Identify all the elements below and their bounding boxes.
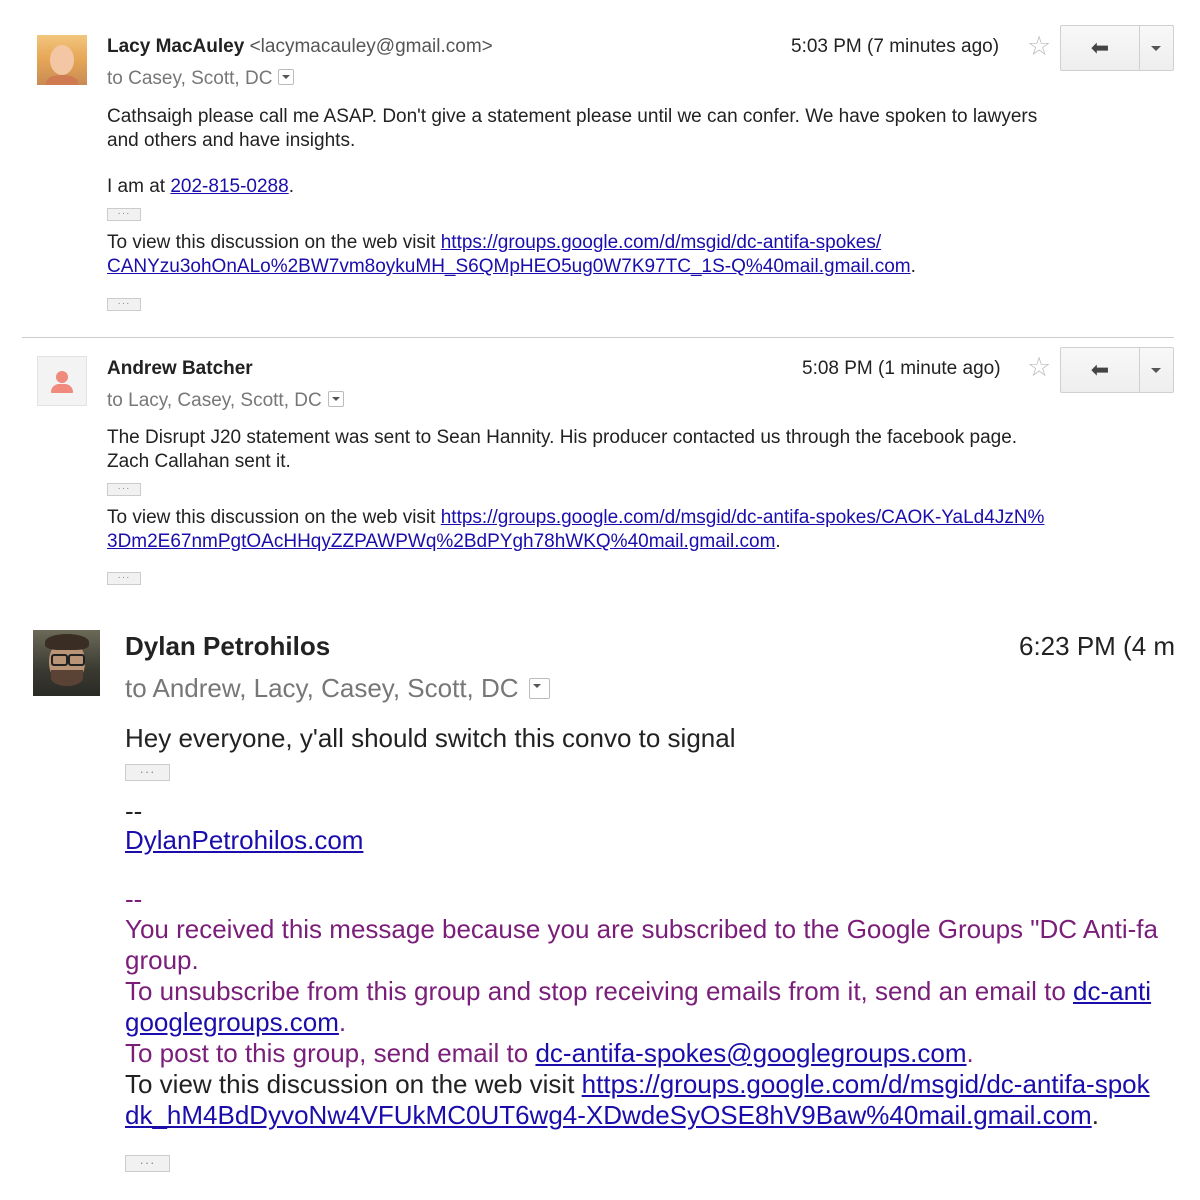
reply-button-group: ⬅: [1060, 347, 1174, 393]
more-options-button[interactable]: [1139, 348, 1173, 392]
message-time: 6:23 PM (4 m: [1019, 631, 1176, 661]
reply-button-group: ⬅: [1060, 25, 1174, 71]
avatar-dylan: [33, 630, 100, 696]
view-discussion-line: 3Dm2E67nmPgtOAcHHqyZZPAWPWq%2BdPYgh78hWK…: [107, 531, 781, 553]
post-link[interactable]: dc-antifa-spokes@googlegroups.com: [535, 1038, 966, 1068]
signature-link[interactable]: DylanPetrohilos.com: [125, 825, 363, 855]
default-user-icon: [56, 371, 68, 383]
chevron-down-icon: [1151, 367, 1161, 373]
sender-name: Dylan Petrohilos: [125, 631, 330, 662]
discussion-link[interactable]: 3Dm2E67nmPgtOAcHHqyZZPAWPWq%2BdPYgh78hWK…: [107, 531, 775, 552]
phone-line: I am at 202-815-0288.: [107, 176, 294, 198]
period: .: [910, 256, 916, 277]
sender-name-text: Lacy MacAuley: [107, 36, 245, 57]
show-trimmed-button[interactable]: ···: [107, 572, 141, 585]
message-time: 5:08 PM (1 minute ago): [802, 358, 1001, 379]
view-prefix: To view this discussion on the web visit: [107, 232, 441, 253]
show-trimmed-button[interactable]: ···: [125, 1155, 170, 1172]
discussion-link[interactable]: dk_hM4BdDyvoNw4VFUkMC0UT6wg4-XDwdeSyOSE8…: [125, 1100, 1092, 1130]
message-body-line: and others and have insights.: [107, 130, 356, 151]
recipients-text: to Andrew, Lacy, Casey, Scott, DC: [125, 673, 519, 703]
recipients-dropdown-icon[interactable]: [327, 390, 344, 407]
recipients-dropdown-icon[interactable]: [278, 68, 295, 85]
post-text: To post to this group, send email to: [125, 1038, 536, 1068]
sender-name: Lacy MacAuley <lacymacauley@gmail.com>: [107, 36, 493, 58]
sender-name-text: Andrew Batcher: [107, 358, 253, 379]
phone-prefix: I am at: [107, 176, 171, 197]
view-prefix: To view this discussion on the web visit: [107, 507, 441, 528]
reply-button[interactable]: ⬅: [1061, 348, 1140, 392]
more-options-button[interactable]: [1139, 26, 1173, 70]
show-trimmed-button[interactable]: ···: [107, 483, 141, 496]
period: .: [966, 1038, 974, 1068]
unsubscribe-link[interactable]: googlegroups.com: [125, 1007, 339, 1037]
phone-link[interactable]: 202-815-0288: [170, 176, 288, 197]
message-body-line: Cathsaigh please call me ASAP. Don't giv…: [107, 106, 1038, 127]
unsubscribe-link[interactable]: dc-anti: [1073, 976, 1151, 1006]
recipients: to Andrew, Lacy, Casey, Scott, DC: [125, 673, 550, 704]
footer-dashes: --: [125, 884, 143, 914]
message-divider: [22, 337, 1174, 338]
message-body-line: Hey everyone, y'all should switch this c…: [125, 723, 736, 753]
sender-name: Andrew Batcher: [107, 358, 253, 380]
reply-arrow-icon: ⬅: [1090, 357, 1110, 382]
signature-dashes: --: [125, 796, 143, 826]
period: .: [1091, 1100, 1099, 1130]
signature-line: DylanPetrohilos.com: [125, 825, 363, 856]
recipients-text: to Casey, Scott, DC: [107, 68, 273, 89]
recipients: to Casey, Scott, DC: [107, 68, 295, 90]
avatar-lacy: [37, 35, 87, 85]
recipients-text: to Lacy, Casey, Scott, DC: [107, 390, 322, 411]
recipients-dropdown-icon[interactable]: [528, 677, 550, 699]
message-time: 5:03 PM (7 minutes ago): [791, 36, 1000, 57]
message-body-line: Zach Callahan sent it.: [107, 451, 291, 472]
message-body-line: The Disrupt J20 statement was sent to Se…: [107, 427, 1018, 448]
sender-name-text: Dylan Petrohilos: [125, 631, 331, 661]
chevron-down-icon: [1151, 45, 1161, 51]
show-trimmed-button[interactable]: ···: [125, 764, 170, 781]
footer-line: To post to this group, send email to dc-…: [125, 1038, 974, 1069]
discussion-link[interactable]: CANYzu3ohOnALo%2BW7vm8oykuMH_S6QMpHEO5ug…: [107, 256, 911, 277]
view-discussion-line: To view this discussion on the web visit…: [107, 507, 1044, 529]
unsubscribe-text: To unsubscribe from this group and stop …: [125, 976, 1074, 1006]
footer-line: group.: [125, 945, 199, 975]
star-icon[interactable]: ☆: [1027, 31, 1051, 62]
period: .: [775, 531, 781, 552]
star-icon[interactable]: ☆: [1027, 352, 1051, 383]
footer-line: googlegroups.com.: [125, 1007, 346, 1038]
view-discussion-line: dk_hM4BdDyvoNw4VFUkMC0UT6wg4-XDwdeSyOSE8…: [125, 1100, 1099, 1131]
show-trimmed-button[interactable]: ···: [107, 208, 141, 221]
view-discussion-line: To view this discussion on the web visit…: [125, 1069, 1150, 1100]
period: .: [288, 176, 294, 197]
view-discussion-line: To view this discussion on the web visit…: [107, 232, 881, 254]
period: .: [338, 1007, 347, 1037]
show-trimmed-button[interactable]: ···: [107, 298, 141, 311]
discussion-link[interactable]: https://groups.google.com/d/msgid/dc-ant…: [582, 1069, 1150, 1099]
reply-button[interactable]: ⬅: [1061, 26, 1140, 70]
discussion-link[interactable]: https://groups.google.com/d/msgid/dc-ant…: [441, 507, 1045, 528]
sender-email: <lacymacauley@gmail.com>: [249, 36, 493, 57]
footer-line: To unsubscribe from this group and stop …: [125, 976, 1151, 1007]
discussion-link[interactable]: https://groups.google.com/d/msgid/dc-ant…: [441, 232, 881, 253]
avatar-andrew: [37, 356, 87, 406]
reply-arrow-icon: ⬅: [1090, 35, 1110, 60]
view-discussion-line: CANYzu3ohOnALo%2BW7vm8oykuMH_S6QMpHEO5ug…: [107, 256, 916, 278]
recipients: to Lacy, Casey, Scott, DC: [107, 390, 344, 412]
footer-line: You received this message because you ar…: [125, 914, 1158, 944]
view-prefix: To view this discussion on the web visit: [125, 1069, 582, 1099]
